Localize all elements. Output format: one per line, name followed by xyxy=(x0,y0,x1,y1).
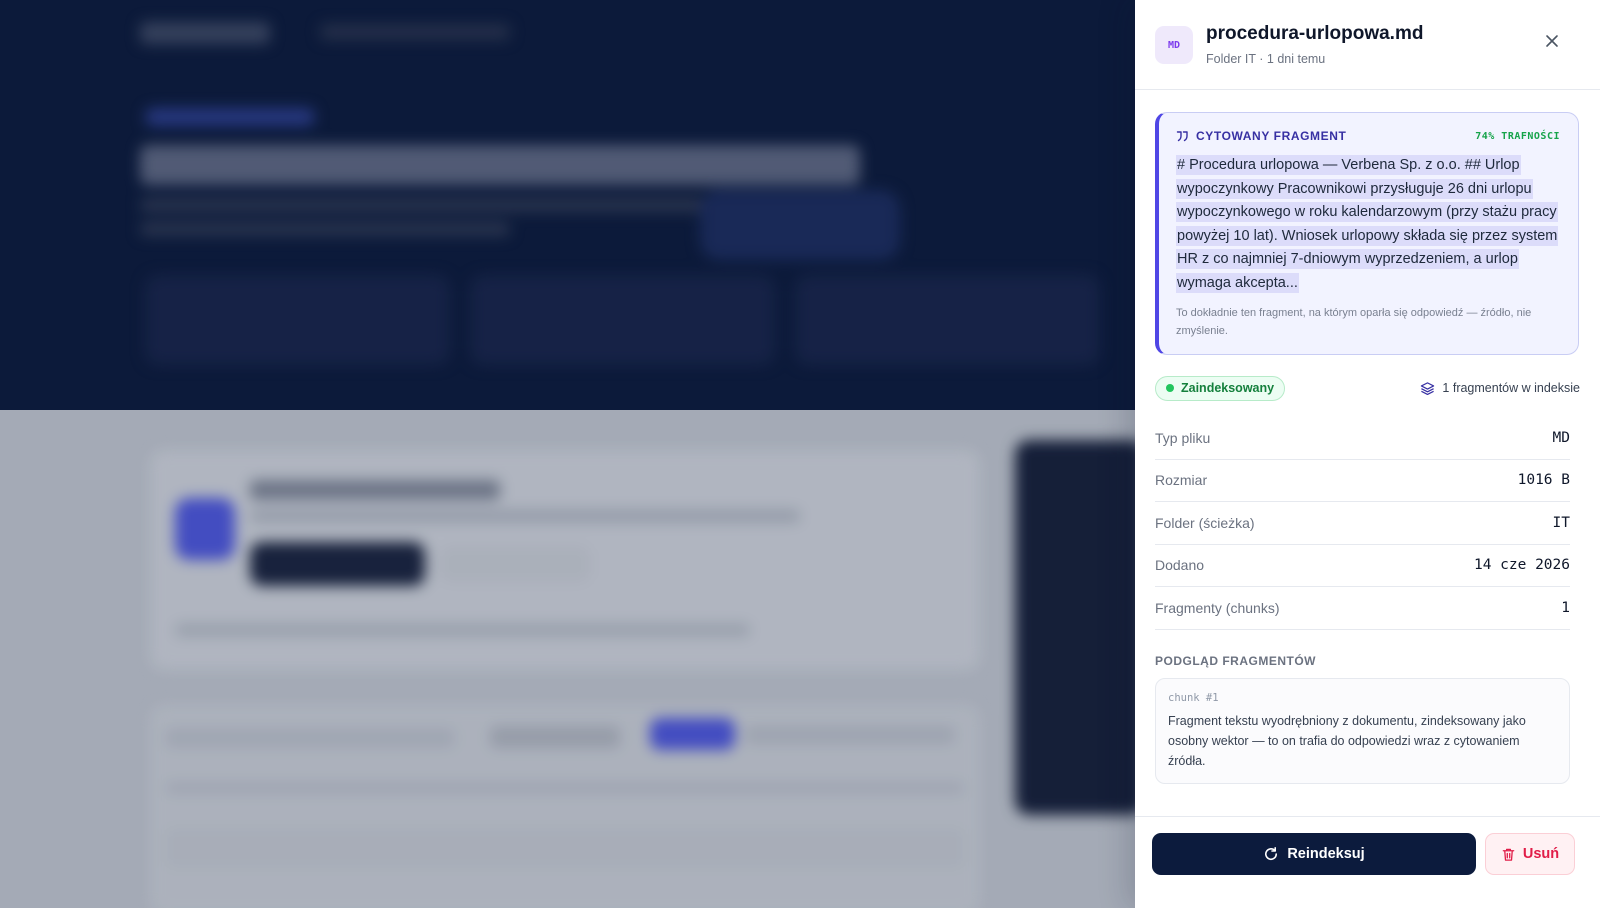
reindex-button-label: Reindeksuj xyxy=(1287,846,1365,862)
file-metadata-table: Typ pliku MD Rozmiar 1016 B Folder (ście… xyxy=(1155,417,1570,630)
cited-fragment-label: CYTOWANY FRAGMENT xyxy=(1196,129,1347,143)
trash-icon xyxy=(1502,848,1515,861)
index-status-row: Zaindeksowany 1 fragmentów w indeksie xyxy=(1155,375,1580,401)
delete-button[interactable]: Usuń xyxy=(1485,833,1575,875)
delete-button-label: Usuń xyxy=(1522,846,1560,862)
drawer-body: CYTOWANY FRAGMENT 74% TRAFNOŚCI # Proced… xyxy=(1135,90,1600,816)
drawer-footer: Reindeksuj Usuń xyxy=(1135,816,1600,908)
chunk-count-label: 1 fragmentów w indeksie xyxy=(1442,381,1580,395)
close-icon xyxy=(1546,35,1558,47)
close-drawer-button[interactable] xyxy=(1538,27,1566,55)
chunk-tag: chunk #1 xyxy=(1168,691,1219,704)
meta-row-file-type: Typ pliku MD xyxy=(1155,417,1570,460)
refresh-icon xyxy=(1265,847,1278,861)
drawer-header: MD procedura-urlopowa.md Folder IT · 1 d… xyxy=(1135,0,1600,90)
document-details-drawer: MD procedura-urlopowa.md Folder IT · 1 d… xyxy=(1135,0,1600,908)
layers-icon xyxy=(1421,381,1435,395)
cited-fragment-note: To dokładnie ten fragment, na którym opa… xyxy=(1176,307,1532,337)
chunk-count: 1 fragmentów w indeksie xyxy=(1420,381,1580,396)
file-name-title: procedura-urlopowa.md xyxy=(1206,23,1424,44)
cited-fragment-text: # Procedura urlopowa — Verbena Sp. z o.o… xyxy=(1176,154,1560,295)
fragment-preview-card: chunk #1 Fragment tekstu wyodrębniony z … xyxy=(1155,677,1570,784)
meta-row-chunks: Fragmenty (chunks) 1 xyxy=(1155,587,1570,630)
modal-overlay[interactable] xyxy=(0,0,1135,908)
chunk-text: Fragment tekstu wyodrębniony z dokumentu… xyxy=(1168,713,1526,768)
file-subtitle: Folder IT · 1 dni temu xyxy=(1206,52,1326,66)
meta-row-added: Dodano 14 cze 2026 xyxy=(1155,545,1570,587)
reindex-button[interactable]: Reindeksuj xyxy=(1152,833,1476,875)
quote-icon xyxy=(1176,131,1188,142)
cited-fragment-card: CYTOWANY FRAGMENT 74% TRAFNOŚCI # Proced… xyxy=(1155,112,1579,355)
file-type-badge: MD xyxy=(1155,26,1193,64)
cited-fragment-highlight: # Procedura urlopowa — Verbena Sp. z o.o… xyxy=(1176,155,1559,293)
meta-row-folder: Folder (ścieżka) IT xyxy=(1155,502,1570,545)
status-badge: Zaindeksowany xyxy=(1155,375,1286,401)
status-label: Zaindeksowany xyxy=(1181,381,1275,395)
status-dot-icon xyxy=(1166,384,1174,392)
meta-row-size: Rozmiar 1016 B xyxy=(1155,460,1570,502)
relevance-score: 74% TRAFNOŚCI xyxy=(1475,130,1560,142)
fragments-preview-title: PODGLĄD FRAGMENTÓW xyxy=(1155,653,1316,668)
